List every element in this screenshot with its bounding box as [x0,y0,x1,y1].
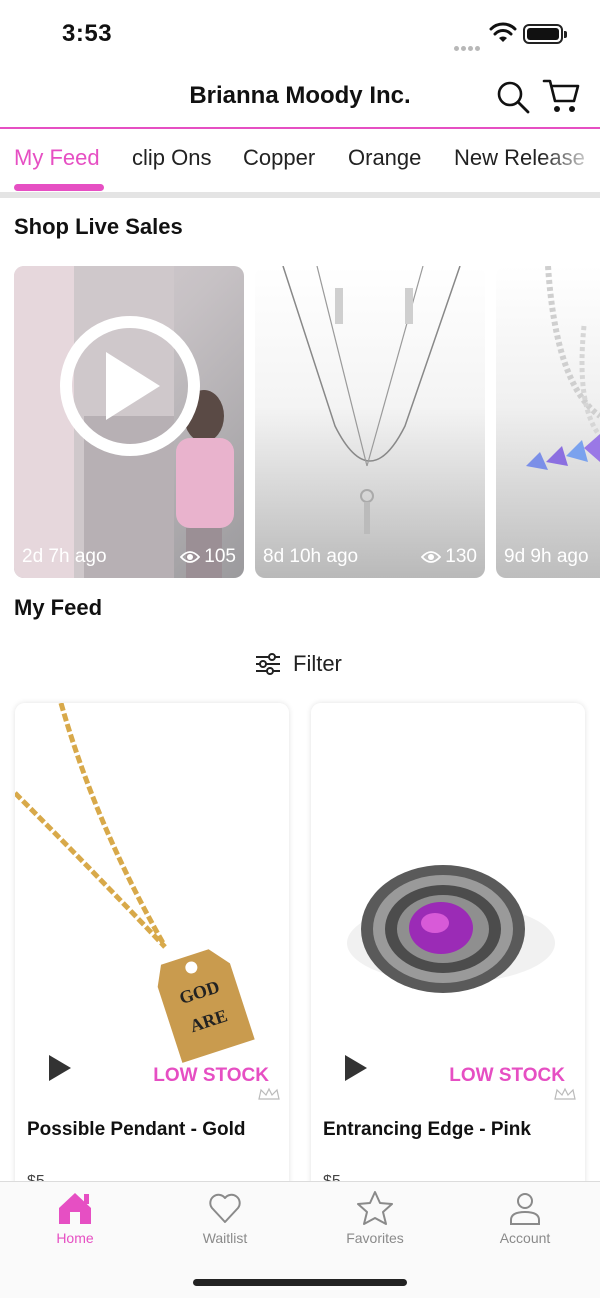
crown-icon [258,1087,280,1100]
live-sale-views: 105 [204,546,236,567]
live-sale-age: 2d 7h ago [22,546,107,567]
live-sale-age: 9d 9h ago [504,546,589,567]
live-sales-title: Shop Live Sales [14,214,183,239]
low-stock-badge: LOW STOCK [449,1065,565,1086]
tab-waitlist-label: Waitlist [202,1230,248,1246]
product-image [311,703,585,1103]
cellular-icon [454,38,484,51]
live-sales-carousel[interactable]: 2d 7h ago 105 8d 10h ago 130 9d 9h ago [14,266,600,578]
person-icon [510,1193,540,1225]
filter-button[interactable]: Filter [255,648,342,680]
sliders-icon [256,653,280,675]
app-header: Brianna Moody Inc. [0,66,600,129]
tab-copper[interactable]: Copper [243,145,315,171]
live-sale-card[interactable]: 8d 10h ago 130 [255,266,485,578]
play-icon[interactable] [345,1055,367,1081]
battery-icon [523,24,567,44]
tab-account-label: Account [499,1230,551,1246]
product-card[interactable]: LOW STOCK Entrancing Edge - Pink $5 [311,703,585,1223]
eye-icon [180,551,201,563]
tab-my-feed[interactable]: My Feed [14,145,100,171]
feed-title: My Feed [14,595,103,620]
tab-home[interactable]: Home [25,1190,125,1246]
star-icon [357,1191,393,1225]
cart-icon[interactable] [542,78,580,114]
active-tab-indicator [14,184,104,191]
tab-orange[interactable]: Orange [348,145,421,171]
necklace-thumbnail [282,266,461,534]
tab-home-label: Home [56,1230,94,1246]
tab-account[interactable]: Account [475,1190,575,1246]
heart-icon [209,1193,241,1223]
product-name: Possible Pendant - Gold [27,1119,246,1140]
live-sale-age: 8d 10h ago [263,546,359,567]
necklace-thumbnail [526,266,600,470]
play-icon[interactable] [49,1055,71,1081]
live-sale-card[interactable]: 9d 9h ago [496,266,600,578]
wifi-icon [489,22,517,42]
low-stock-badge: LOW STOCK [153,1065,269,1086]
tab-favorites[interactable]: Favorites [325,1190,425,1246]
status-bar: 3:53 [0,0,600,66]
product-card[interactable]: GOD ARE LOW STOCK Possible Pendant - Gol… [15,703,289,1223]
eye-icon [421,551,442,563]
home-indicator [193,1279,407,1286]
product-name: Entrancing Edge - Pink [323,1119,531,1140]
divider [0,192,600,198]
tab-waitlist[interactable]: Waitlist [175,1190,275,1246]
play-icon[interactable] [60,316,200,456]
tab-clip-ons[interactable]: clip Ons [132,145,211,171]
filter-label: Filter [293,651,342,676]
category-tabs: My Feed clip Ons Copper Orange New Relea… [0,131,600,193]
status-time: 3:53 [62,20,113,47]
search-icon[interactable] [496,80,530,114]
product-image: GOD ARE [15,703,289,1103]
home-icon [59,1193,91,1224]
live-sale-card[interactable]: 2d 7h ago 105 [14,266,244,578]
crown-icon [554,1087,576,1100]
live-sale-views: 130 [445,546,477,567]
tab-favorites-label: Favorites [346,1230,404,1246]
